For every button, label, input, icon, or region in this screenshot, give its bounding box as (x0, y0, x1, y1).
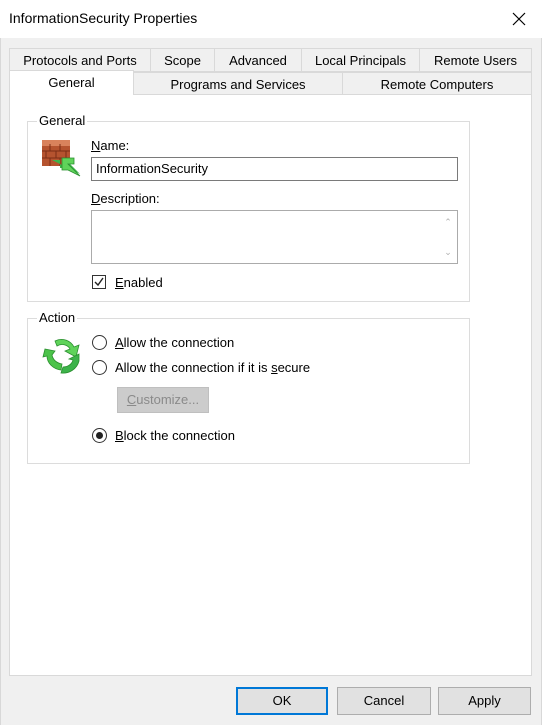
action-arrows-icon (42, 339, 80, 374)
scroll-down-icon[interactable]: ⌄ (443, 247, 453, 257)
close-icon (512, 12, 526, 26)
action-group-label: Action (37, 310, 78, 325)
title-bar: InformationSecurity Properties (0, 0, 542, 38)
tab-scope[interactable]: Scope (150, 48, 215, 72)
apply-button[interactable]: Apply (438, 687, 531, 715)
customize-button[interactable]: Customize... (117, 387, 209, 413)
allow-secure-radio[interactable] (92, 360, 107, 375)
tab-remote-users[interactable]: Remote Users (419, 48, 532, 72)
block-connection-label: Block the connection (115, 428, 235, 443)
checkmark-icon (94, 277, 104, 287)
allow-connection-label: Allow the connection (115, 335, 235, 350)
general-group-label: General (37, 113, 88, 128)
tab-remote-computers[interactable]: Remote Computers (342, 72, 532, 95)
tab-local-principals[interactable]: Local Principals (301, 48, 420, 72)
tab-panel-general: General Name: InformationSecurity Descri… (9, 94, 532, 676)
enabled-checkbox[interactable] (92, 275, 106, 289)
firewall-rule-icon (42, 140, 81, 177)
name-field[interactable]: InformationSecurity (91, 157, 458, 181)
tab-protocols-and-ports[interactable]: Protocols and Ports (9, 48, 151, 72)
allow-secure-label: Allow the connection if it is secure (115, 360, 311, 375)
scroll-up-icon[interactable]: ⌃ (443, 217, 453, 227)
enabled-label: Enabled (115, 275, 163, 290)
tab-advanced[interactable]: Advanced (214, 48, 302, 72)
description-field[interactable]: ⌃ ⌄ (91, 210, 458, 264)
name-label: Name: (91, 138, 130, 153)
cancel-button[interactable]: Cancel (337, 687, 431, 715)
description-label: Description: (91, 191, 160, 206)
ok-button[interactable]: OK (236, 687, 328, 715)
tab-general[interactable]: General (9, 70, 134, 95)
tab-programs-and-services[interactable]: Programs and Services (133, 72, 343, 95)
window-title: InformationSecurity Properties (9, 10, 198, 26)
block-connection-radio[interactable] (92, 428, 107, 443)
allow-connection-radio[interactable] (92, 335, 107, 350)
close-button[interactable] (506, 6, 532, 32)
